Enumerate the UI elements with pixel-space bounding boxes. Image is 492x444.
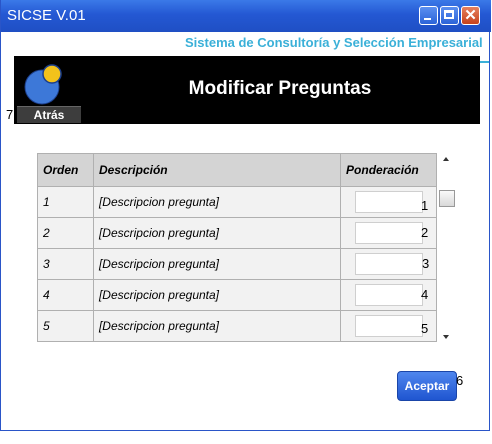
annotation-marker: 1 xyxy=(421,198,429,213)
column-header-descripcion: Descripción xyxy=(92,153,342,187)
ponderacion-input[interactable] xyxy=(355,222,424,244)
table-row: 5 [Descripcion pregunta] xyxy=(37,310,437,342)
descripcion-cell: [Descripcion pregunta] xyxy=(92,248,342,280)
minimize-button[interactable] xyxy=(419,6,438,25)
title-bar: SICSE V.01 ✕ xyxy=(1,0,491,32)
maximize-icon xyxy=(444,10,454,19)
annotation-marker: 7 xyxy=(6,107,14,122)
descripcion-cell: [Descripcion pregunta] xyxy=(92,217,342,249)
descripcion-cell: [Descripcion pregunta] xyxy=(92,310,342,342)
page-title: Modificar Preguntas xyxy=(188,78,372,99)
scroll-up-arrow-icon[interactable] xyxy=(443,157,449,161)
window-title: SICSE V.01 xyxy=(7,7,86,24)
annotation-marker: 6 xyxy=(456,373,464,388)
table-row: 3 [Descripcion pregunta] xyxy=(37,248,437,280)
table-row: 2 [Descripcion pregunta] xyxy=(37,217,437,249)
annotation-marker: 4 xyxy=(421,287,429,302)
page-header: Atrás Modificar Preguntas xyxy=(14,56,480,124)
scroll-down-arrow-icon[interactable] xyxy=(443,335,449,339)
accept-button[interactable]: Aceptar xyxy=(397,371,457,401)
table-row: 4 [Descripcion pregunta] xyxy=(37,279,437,311)
app-subtitle: Sistema de Consultoría y Selección Empre… xyxy=(185,35,483,50)
scrollbar-thumb[interactable] xyxy=(439,190,455,207)
ponderacion-input[interactable] xyxy=(355,315,424,337)
annotation-marker: 5 xyxy=(421,321,429,336)
annotation-marker: 3 xyxy=(422,256,430,271)
orden-cell: 5 xyxy=(37,310,94,342)
back-button[interactable]: Atrás xyxy=(17,106,81,123)
table-scrollbar[interactable] xyxy=(438,153,456,343)
descripcion-cell: [Descripcion pregunta] xyxy=(92,279,342,311)
minimize-icon xyxy=(424,18,431,20)
questions-table: Orden Descripción Ponderación 1 [Descrip… xyxy=(37,153,437,342)
orden-cell: 3 xyxy=(37,248,94,280)
close-icon: ✕ xyxy=(464,7,477,24)
orden-cell: 4 xyxy=(37,279,94,311)
orden-cell: 1 xyxy=(37,186,94,218)
ponderacion-input[interactable] xyxy=(355,191,424,213)
annotation-marker: 2 xyxy=(421,225,429,240)
app-window: SICSE V.01 ✕ Sistema de Consultoría y Se… xyxy=(0,0,491,431)
orden-cell: 2 xyxy=(37,217,94,249)
close-button[interactable]: ✕ xyxy=(461,6,480,25)
ponderacion-input[interactable] xyxy=(355,253,424,275)
ponderacion-input[interactable] xyxy=(355,284,424,306)
descripcion-cell: [Descripcion pregunta] xyxy=(92,186,342,218)
table-row: 1 [Descripcion pregunta] xyxy=(37,186,437,218)
table-header-row: Orden Descripción Ponderación xyxy=(37,153,437,187)
maximize-button[interactable] xyxy=(440,6,459,25)
column-header-ponderacion: Ponderación xyxy=(340,153,437,187)
column-header-orden: Orden xyxy=(37,153,94,187)
